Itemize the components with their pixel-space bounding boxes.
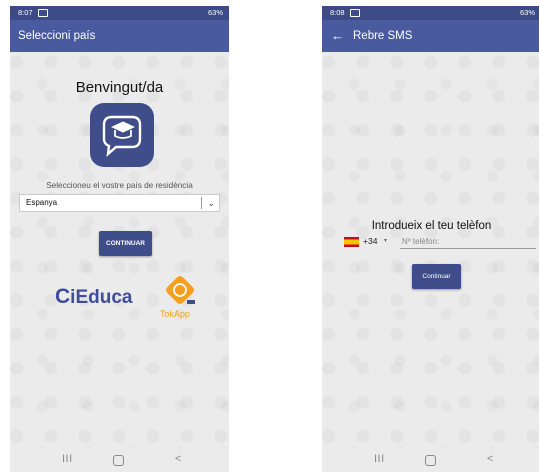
status-time: 8:07 — [18, 8, 33, 17]
chevron-down-icon[interactable]: ▾ — [384, 237, 387, 244]
country-select-label: Seleccioneu el vostre país de residència — [46, 181, 193, 190]
welcome-heading: Benvingut/da — [75, 79, 164, 96]
app-logo — [90, 103, 154, 167]
phone-heading: Introdueix el teu telèfon — [371, 220, 492, 232]
notification-icon — [350, 9, 360, 17]
home-button[interactable] — [113, 455, 124, 466]
phone-input[interactable] — [400, 235, 536, 249]
country-select-screen: 8:07 63% Seleccioni país Benvingut/da Se… — [10, 6, 229, 472]
continue-button[interactable]: CONTINUAR — [99, 231, 152, 256]
chevron-down-icon: ⌄ — [207, 198, 215, 208]
page-title: Rebre SMS — [353, 30, 413, 42]
status-time: 8:08 — [330, 8, 345, 17]
app-bar: Seleccioni país — [10, 20, 229, 52]
select-divider — [201, 197, 202, 209]
graduation-cap-chat-icon — [102, 115, 142, 157]
sms-screen: 8:08 63% ← Rebre SMS Introdueix el teu t… — [322, 6, 539, 472]
status-bar: 8:08 63% — [322, 6, 539, 20]
notification-icon — [38, 9, 48, 17]
ieduca-logo: CiEduca — [55, 285, 133, 308]
recent-apps-button[interactable]: III — [62, 453, 73, 465]
continue-button[interactable]: Continuar — [412, 264, 461, 289]
system-nav-bar: III < — [10, 448, 229, 472]
status-battery: 63% — [207, 8, 223, 17]
back-arrow-icon[interactable]: ← — [331, 20, 344, 52]
home-button[interactable] — [425, 455, 436, 466]
status-bar: 8:07 63% — [10, 6, 229, 20]
country-select-value: Espanya — [26, 198, 58, 207]
back-button[interactable]: < — [175, 453, 181, 465]
page-title: Seleccioni país — [18, 30, 96, 42]
app-bar: ← Rebre SMS — [322, 20, 539, 52]
background-pattern — [322, 52, 539, 448]
status-battery: 63% — [519, 8, 535, 17]
recent-apps-button[interactable]: III — [374, 453, 385, 465]
tokapp-label: TokApp — [160, 309, 191, 319]
system-nav-bar: III < — [322, 448, 539, 472]
country-select[interactable]: Espanya ⌄ — [19, 194, 220, 212]
country-code[interactable]: +34 — [363, 236, 377, 246]
spain-flag-icon[interactable] — [344, 237, 359, 247]
back-button[interactable]: < — [487, 453, 493, 465]
